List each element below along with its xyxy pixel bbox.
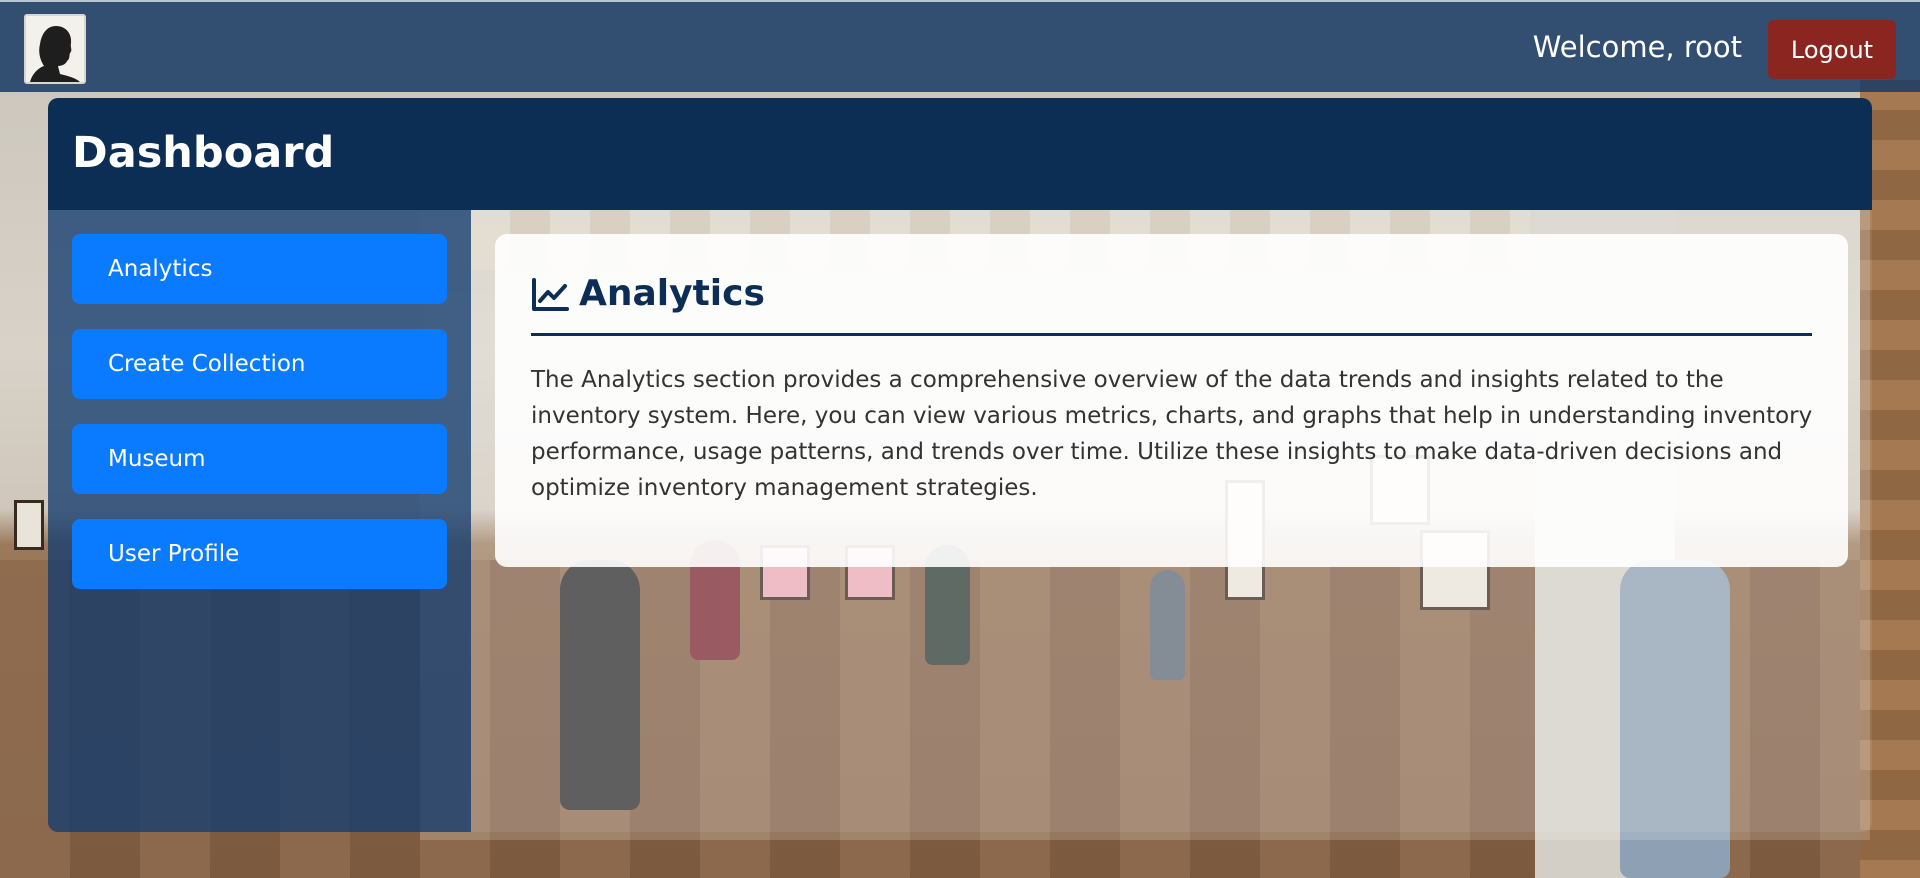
logout-button[interactable]: Logout (1768, 20, 1896, 79)
silhouette-portrait-icon (26, 16, 84, 82)
dashboard-header: Dashboard (48, 98, 1872, 210)
line-chart-icon (532, 278, 569, 311)
sidebar: Analytics Create Collection Museum User … (48, 210, 471, 832)
logo[interactable] (24, 14, 86, 84)
main-content: Analytics The Analytics section provides… (471, 210, 1872, 832)
sidebar-item-analytics[interactable]: Analytics (72, 234, 447, 304)
sidebar-item-create-collection[interactable]: Create Collection (72, 329, 447, 399)
sidebar-item-museum[interactable]: Museum (72, 424, 447, 494)
dashboard-panel: Dashboard Analytics Create Collection Mu… (48, 98, 1872, 832)
sidebar-item-user-profile[interactable]: User Profile (72, 519, 447, 589)
top-navbar: Welcome, root Logout (0, 0, 1920, 92)
page-title: Dashboard (72, 128, 335, 178)
section-title: Analytics (579, 273, 765, 314)
section-description: The Analytics section provides a compreh… (531, 367, 1813, 501)
analytics-card: Analytics The Analytics section provides… (495, 234, 1848, 567)
section-heading: Analytics (531, 274, 1812, 336)
welcome-message: Welcome, root (1532, 30, 1742, 64)
